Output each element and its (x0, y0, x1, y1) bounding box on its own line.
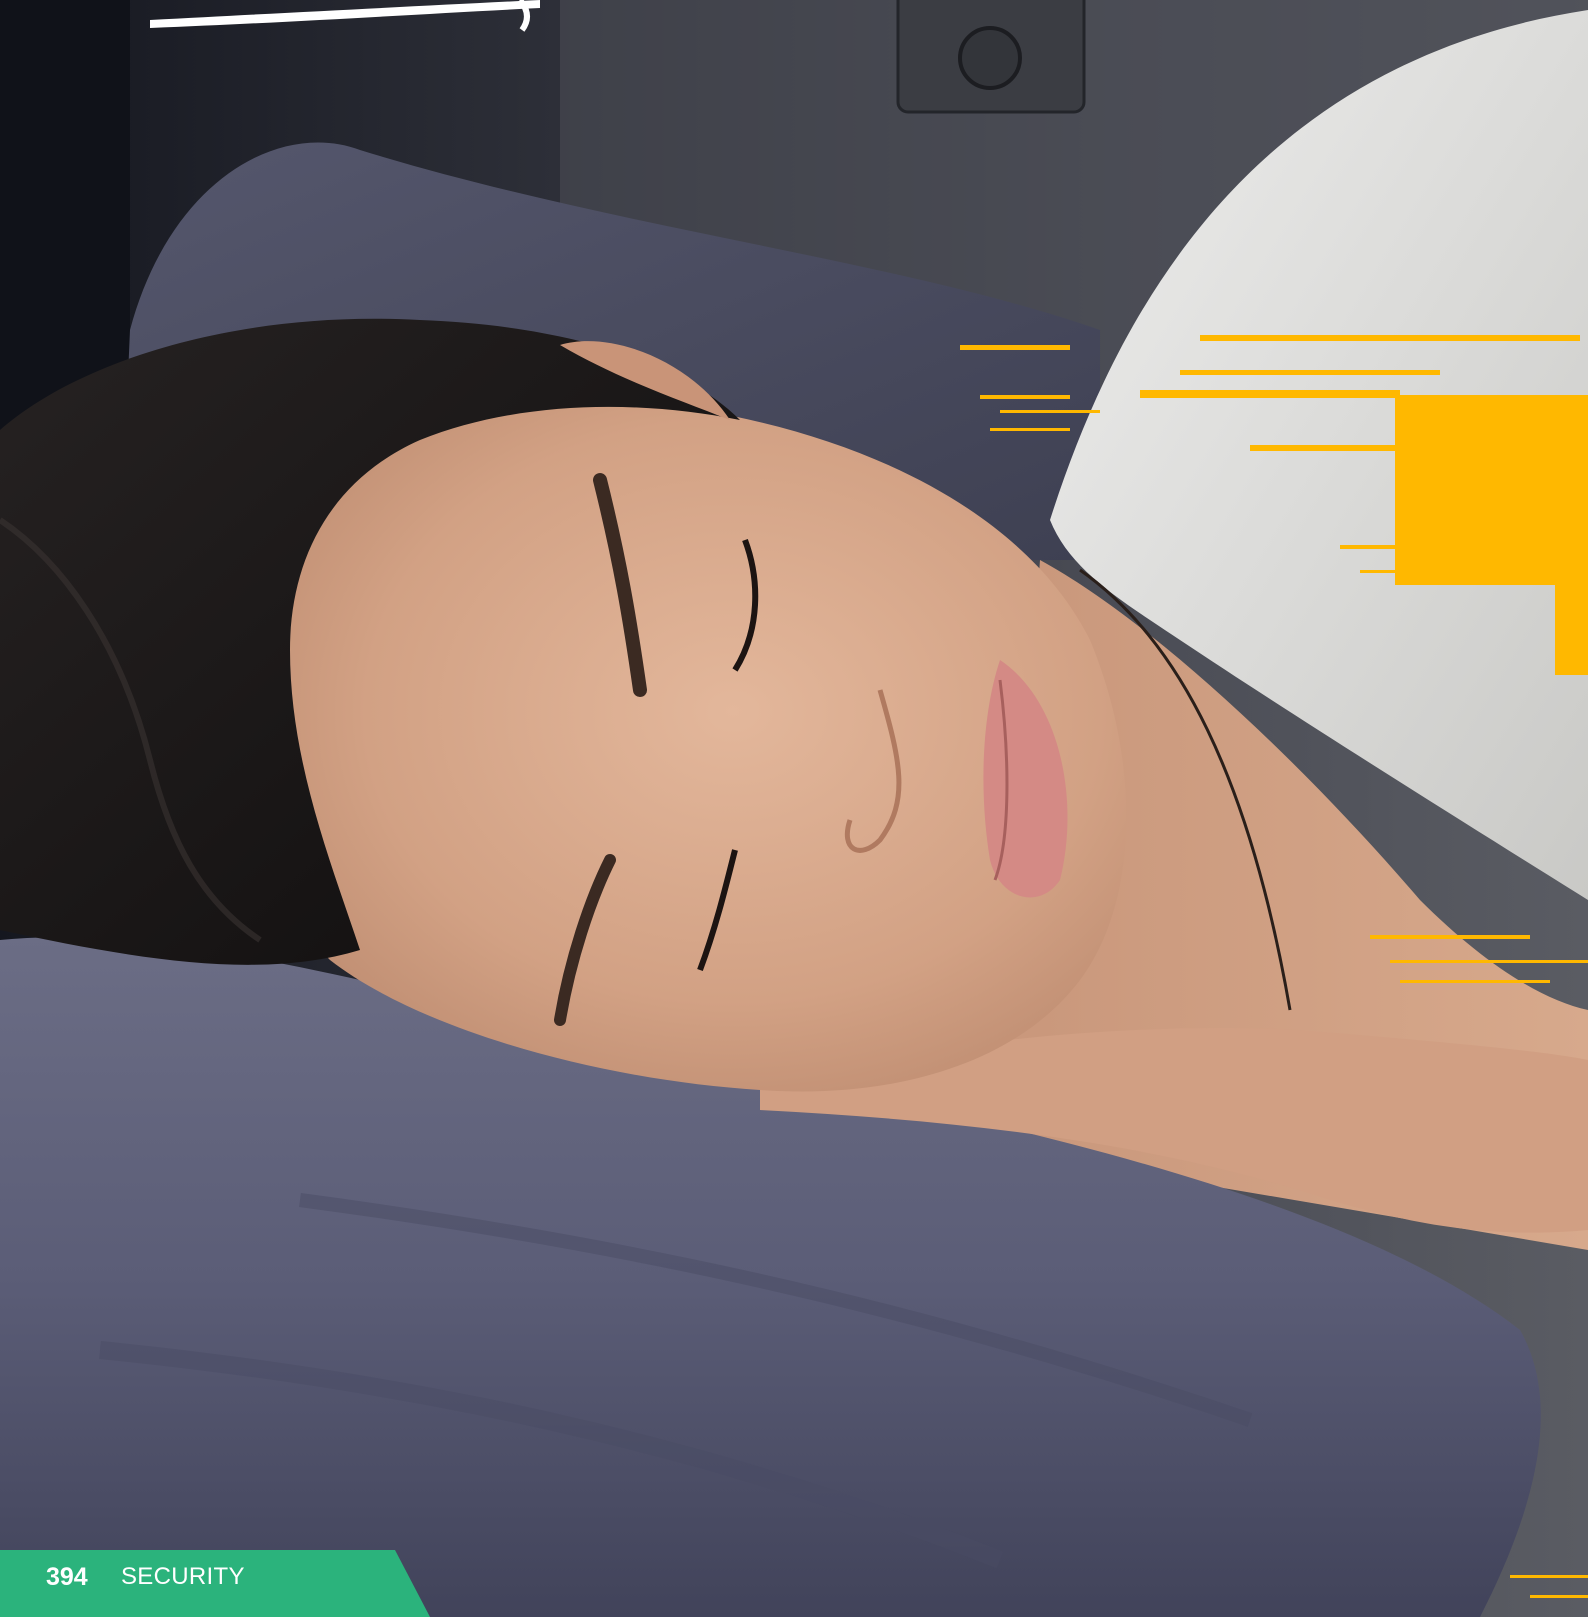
section-label: SECURITY (121, 1563, 245, 1590)
sleeping-woman-photo (0, 0, 1588, 1617)
page-number: 394 (46, 1563, 88, 1591)
magazine-page: 394 SECURITY (0, 0, 1588, 1617)
